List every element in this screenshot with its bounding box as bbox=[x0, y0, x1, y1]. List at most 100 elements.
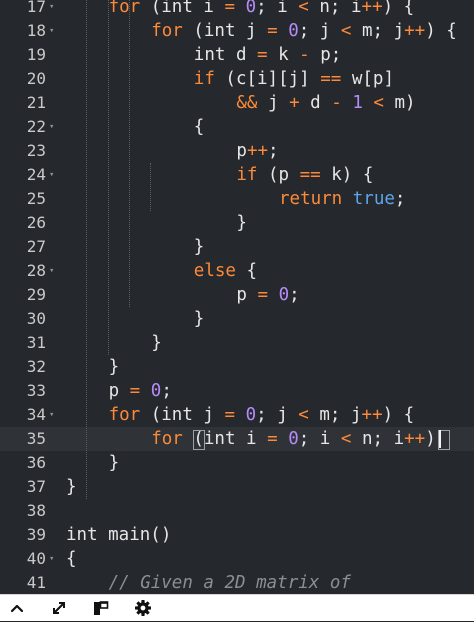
code-text: && j + d - 1 < m) bbox=[236, 91, 415, 115]
code-token: < bbox=[340, 21, 352, 41]
fold-toggle-icon[interactable]: ▾ bbox=[49, 163, 54, 187]
code-line: 22 ▾ { bbox=[0, 115, 474, 139]
chevron-up-icon bbox=[10, 604, 24, 613]
code-token: (p bbox=[257, 165, 300, 185]
code-token: } bbox=[66, 477, 77, 497]
line-number: 28 bbox=[26, 261, 46, 280]
line-number: 35 bbox=[26, 429, 46, 448]
code-token: 1 bbox=[352, 93, 363, 113]
code-text: int d = k - p; bbox=[194, 43, 342, 67]
code-token: for bbox=[151, 429, 183, 449]
code-text: } bbox=[66, 475, 77, 499]
code-line: 19 int d = k - p; bbox=[0, 43, 474, 67]
fold-toggle-icon[interactable]: ▾ bbox=[49, 19, 54, 43]
code-token: 0 bbox=[150, 381, 162, 401]
line-number: 36 bbox=[26, 453, 46, 472]
code-token: n; i bbox=[351, 429, 405, 449]
line-number: 23 bbox=[26, 141, 46, 160]
code-token: (int j bbox=[140, 405, 225, 425]
code-token: p bbox=[236, 285, 258, 305]
code-line: 28 ▾ else { bbox=[0, 259, 474, 283]
line-number: 17 bbox=[26, 0, 46, 16]
code-token: int i bbox=[203, 429, 268, 449]
code-token: { bbox=[235, 261, 258, 281]
code-token: ++ bbox=[361, 0, 383, 17]
code-line: 37} bbox=[0, 475, 474, 499]
code-token: k) { bbox=[320, 165, 374, 185]
code-token: } bbox=[108, 357, 120, 377]
fold-toggle-icon[interactable]: ▾ bbox=[49, 547, 54, 571]
code-token: 0 bbox=[288, 21, 299, 41]
code-token: ; bbox=[161, 381, 172, 401]
line-number: 22 bbox=[26, 117, 46, 136]
line-number: 34 bbox=[26, 405, 46, 424]
line-number: 25 bbox=[26, 189, 46, 208]
code-token: n; i bbox=[308, 0, 362, 17]
code-text: for (int j = 0; j < m; j++) { bbox=[151, 19, 457, 43]
line-number: 26 bbox=[26, 213, 46, 232]
layout-button[interactable] bbox=[90, 598, 112, 618]
code-token: ; j bbox=[256, 405, 299, 425]
line-number: 27 bbox=[26, 237, 46, 256]
code-token: = bbox=[129, 381, 141, 401]
code-token: ; j bbox=[298, 21, 341, 41]
fold-toggle-icon[interactable]: ▾ bbox=[49, 115, 54, 139]
gear-icon bbox=[135, 600, 151, 616]
code-line: 32} bbox=[0, 355, 474, 379]
code-token: 0 bbox=[288, 429, 299, 449]
code-token: = bbox=[224, 405, 236, 425]
code-token: && bbox=[236, 93, 258, 113]
code-token: ++ bbox=[404, 21, 426, 41]
code-token: if bbox=[236, 165, 258, 185]
code-token: return bbox=[279, 189, 343, 209]
code-token: j bbox=[257, 93, 290, 113]
code-token: true bbox=[352, 189, 395, 209]
indent-guide bbox=[86, 0, 88, 499]
indent-guide bbox=[128, 0, 130, 307]
code-token: - bbox=[331, 93, 342, 113]
settings-button[interactable] bbox=[132, 598, 154, 618]
code-token: p bbox=[236, 141, 247, 161]
code-line: 20 if (c[i][j] == w[p] bbox=[0, 67, 474, 91]
code-token: == bbox=[299, 165, 321, 185]
code-text: { bbox=[66, 547, 77, 571]
code-line: 40 ▾ { bbox=[0, 547, 474, 571]
code-token: ++ bbox=[404, 429, 426, 449]
collapse-button[interactable] bbox=[6, 598, 28, 618]
line-number: 38 bbox=[26, 501, 46, 520]
code-token: for bbox=[108, 405, 141, 425]
code-token: k bbox=[267, 45, 300, 65]
code-text: { bbox=[194, 115, 205, 139]
code-token: = bbox=[267, 429, 278, 449]
fullscreen-button[interactable] bbox=[48, 598, 70, 618]
code-token: (c[i][j] bbox=[214, 69, 321, 89]
line-number: 39 bbox=[26, 525, 46, 544]
code-token: int main() bbox=[66, 525, 172, 545]
matching-bracket-highlight bbox=[192, 430, 206, 450]
code-text: } bbox=[236, 211, 247, 235]
code-token: w[p] bbox=[341, 69, 394, 89]
fold-toggle-icon[interactable]: ▾ bbox=[49, 0, 54, 19]
line-number: 19 bbox=[26, 45, 46, 64]
code-token: ++ bbox=[361, 405, 383, 425]
editor-toolbar bbox=[0, 594, 474, 621]
indent-guide bbox=[107, 0, 109, 355]
code-text: } bbox=[194, 235, 205, 259]
code-text: } bbox=[109, 355, 120, 379]
code-token: m; j bbox=[351, 21, 405, 41]
fold-toggle-icon[interactable]: ▾ bbox=[49, 403, 54, 427]
code-token: = bbox=[257, 285, 269, 305]
code-token: < bbox=[298, 0, 309, 17]
code-token: for bbox=[108, 0, 141, 17]
code-text: p++; bbox=[236, 139, 278, 163]
fold-toggle-icon[interactable]: ▾ bbox=[49, 259, 54, 283]
code-line: 27} bbox=[0, 235, 474, 259]
code-editor[interactable]: 17 ▾ for (int i = 0; i < n; i++) {18 ▾ for (… bbox=[0, 0, 474, 594]
code-token: = bbox=[267, 21, 278, 41]
